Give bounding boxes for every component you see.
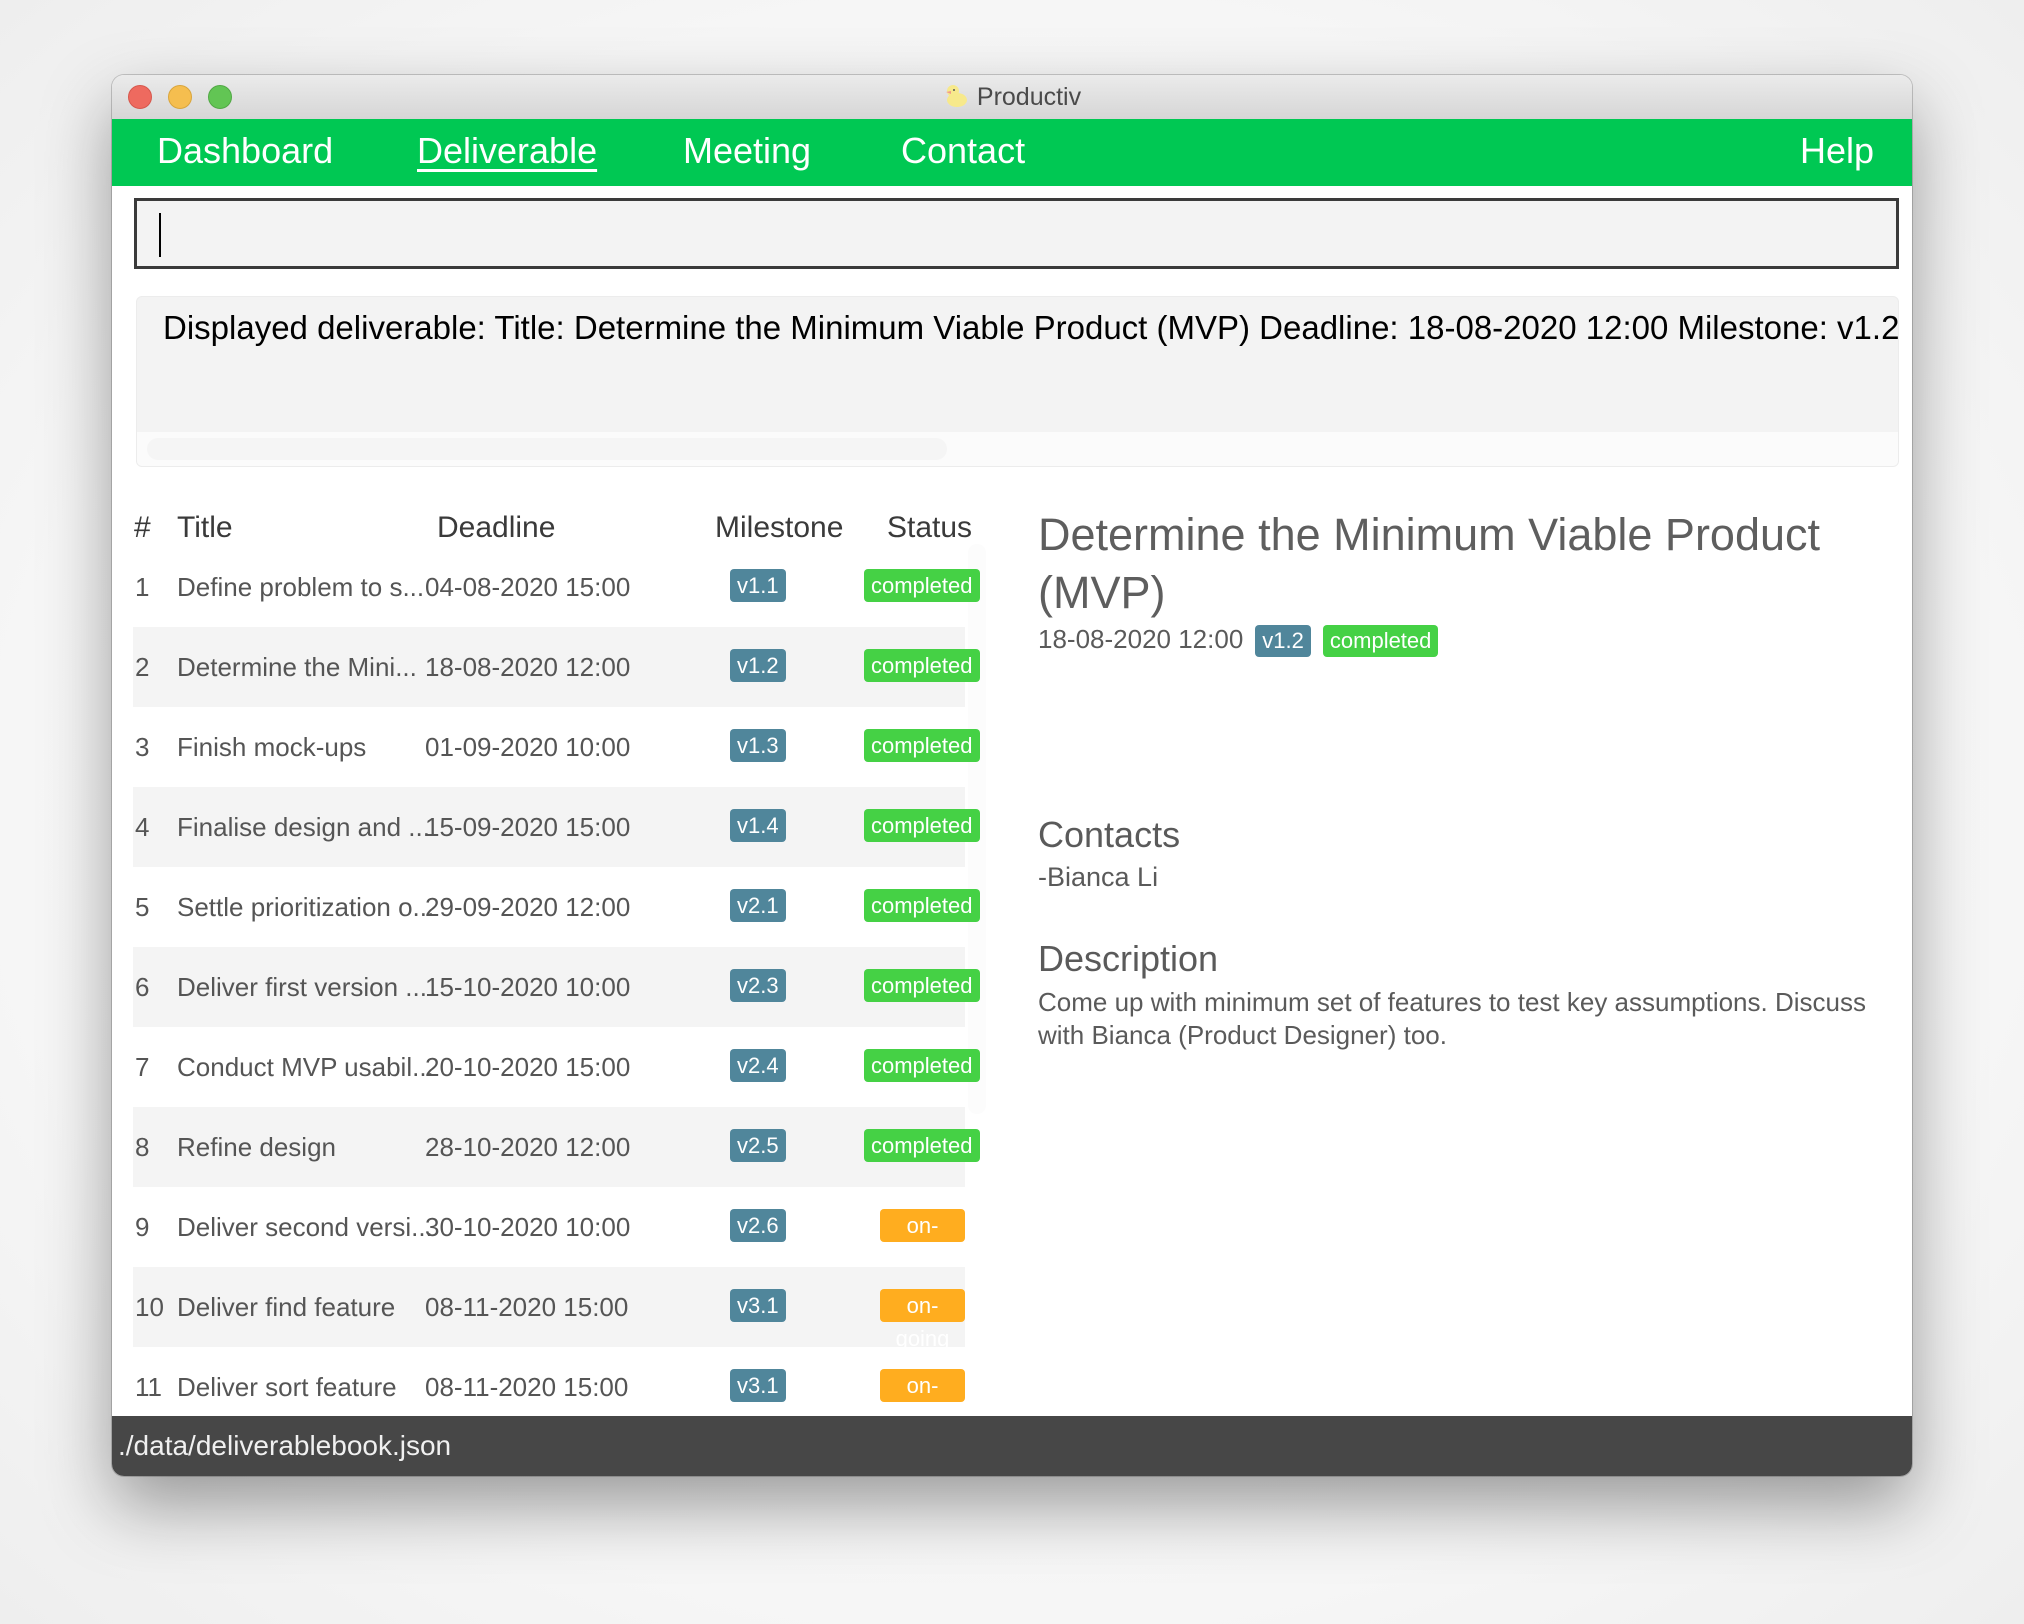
list-item[interactable]: 5 Settle prioritization o... 29-09-2020 12…: [133, 867, 980, 947]
status-badge: completed: [864, 809, 980, 842]
row-deadline: 20-10-2020 15:00: [425, 1052, 631, 1082]
row-title: Finish mock-ups: [177, 732, 367, 762]
row-deadline: 08-11-2020 15:00: [425, 1292, 629, 1322]
command-box[interactable]: [134, 198, 1899, 269]
row-title: Deliver first version ...: [177, 972, 427, 1002]
milestone-badge: v2.6: [730, 1209, 786, 1242]
nav-bar: Dashboard Deliverable Meeting Contact He…: [112, 119, 1912, 186]
nav-dashboard[interactable]: Dashboard: [157, 119, 333, 186]
milestone-badge: v1.3: [730, 729, 786, 762]
row-title: Determine the Mini...: [177, 652, 417, 682]
row-deadline: 29-09-2020 12:00: [425, 892, 631, 922]
rubber-duck-icon: [943, 82, 969, 108]
status-badge: on-going: [880, 1369, 965, 1431]
nav-contact[interactable]: Contact: [901, 119, 1025, 186]
list-item[interactable]: 7 Conduct MVP usabil... 20-10-2020 15:00 v2…: [133, 1027, 980, 1107]
deliverable-list[interactable]: 1 Define problem to s... 04-08-2020 15:00 v…: [133, 544, 986, 1476]
row-deadline: 08-11-2020 15:00: [425, 1372, 629, 1402]
status-badge: completed: [864, 649, 980, 682]
detail-title: Determine the Minimum Viable Product (MV…: [1038, 509, 1821, 618]
milestone-badge: v2.5: [730, 1129, 786, 1162]
milestone-badge: v2.3: [730, 969, 786, 1002]
nav-help[interactable]: Help: [1800, 119, 1874, 186]
milestone-badge: v3.1: [730, 1289, 786, 1322]
list-item[interactable]: 10 Deliver find feature 08-11-2020 15:00 v3…: [133, 1267, 965, 1351]
row-title: Define problem to s...: [177, 572, 425, 602]
row-deadline: 15-10-2020 10:00: [425, 972, 631, 1002]
status-badge: on-going: [880, 1289, 965, 1351]
app-window: Productiv Dashboard Deliverable Meeting …: [112, 75, 1912, 1476]
status-badge: completed: [864, 729, 980, 762]
row-index: 3: [135, 732, 150, 762]
row-title: Finalise design and ...: [177, 812, 430, 842]
status-bar: ./data/deliverablebook.json: [112, 1416, 1912, 1476]
row-title: Deliver sort feature: [177, 1372, 397, 1402]
list-item[interactable]: 1 Define problem to s... 04-08-2020 15:00 v…: [133, 547, 980, 627]
milestone-badge: v3.1: [730, 1369, 786, 1402]
row-index: 8: [135, 1132, 150, 1162]
row-index: 11: [135, 1372, 162, 1402]
list-item[interactable]: 9 Deliver second versi... 30-10-2020 10:00…: [133, 1187, 965, 1271]
contact-item: -Bianca Li: [1038, 862, 1159, 892]
result-horizontal-scrollbar[interactable]: [137, 432, 1898, 466]
row-index: 7: [135, 1052, 150, 1082]
row-title: Deliver second versi...: [177, 1212, 433, 1242]
row-deadline: 15-09-2020 15:00: [425, 812, 631, 842]
row-index: 6: [135, 972, 150, 1002]
milestone-badge: v1.2: [730, 649, 786, 682]
status-badge: on-going: [880, 1209, 965, 1271]
list-item[interactable]: 4 Finalise design and ... 15-09-2020 15:00…: [133, 787, 980, 867]
milestone-badge: v1.1: [730, 569, 786, 602]
list-item[interactable]: 2 Determine the Mini... 18-08-2020 12:00 v1…: [133, 627, 980, 707]
text-cursor: [159, 213, 161, 257]
nav-deliverable[interactable]: Deliverable: [417, 119, 597, 186]
row-title: Deliver find feature: [177, 1292, 396, 1322]
list-item[interactable]: 3 Finish mock-ups 01-09-2020 10:00 v1.3 comp…: [133, 707, 980, 787]
row-deadline: 18-08-2020 12:00: [425, 652, 631, 682]
milestone-badge: v1.4: [730, 809, 786, 842]
detail-status-badge: completed: [1322, 625, 1439, 658]
list-item[interactable]: 6 Deliver first version ... 15-10-2020 10:…: [133, 947, 980, 1027]
row-title: Conduct MVP usabil...: [177, 1052, 434, 1082]
detail-milestone-badge: v1.2: [1255, 625, 1311, 658]
row-index: 1: [135, 572, 150, 602]
nav-meeting[interactable]: Meeting: [683, 119, 811, 186]
title-bar: Productiv: [112, 75, 1912, 120]
file-path: ./data/deliverablebook.json: [118, 1430, 452, 1461]
row-deadline: 28-10-2020 12:00: [425, 1132, 631, 1162]
milestone-badge: v2.1: [730, 889, 786, 922]
status-badge: completed: [864, 969, 980, 1002]
row-deadline: 04-08-2020 15:00: [425, 572, 631, 602]
row-deadline: 30-10-2020 10:00: [425, 1212, 631, 1242]
result-scroll-thumb[interactable]: [147, 438, 947, 460]
contacts-heading: Contacts: [1038, 814, 1181, 855]
status-badge: completed: [864, 569, 980, 602]
result-message: Displayed deliverable: Title: Determine …: [163, 309, 1899, 346]
milestone-badge: v2.4: [730, 1049, 786, 1082]
result-display: Displayed deliverable: Title: Determine …: [136, 296, 1899, 467]
status-badge: completed: [864, 1129, 980, 1162]
status-badge: completed: [864, 889, 980, 922]
detail-meta: 18-08-2020 12:00 v1.2 completed: [1038, 621, 1439, 658]
row-index: 9: [135, 1212, 150, 1242]
row-title: Settle prioritization o...: [177, 892, 435, 922]
row-index: 5: [135, 892, 150, 922]
window-title: Productiv: [976, 83, 1082, 111]
status-badge: completed: [864, 1049, 980, 1082]
row-deadline: 01-09-2020 10:00: [425, 732, 631, 762]
command-input[interactable]: [137, 201, 1896, 266]
row-index: 2: [135, 652, 150, 682]
window-title-wrap: Productiv: [112, 75, 1912, 119]
list-item[interactable]: 11 Deliver sort feature 08-11-2020 15:00 v3…: [133, 1347, 965, 1431]
description-text: Come up with minimum set of features to …: [1038, 987, 1866, 1050]
list-item[interactable]: 8 Refine design 28-10-2020 12:00 v2.5 comple…: [133, 1107, 980, 1187]
description-heading: Description: [1038, 938, 1219, 979]
row-index: 4: [135, 812, 150, 842]
row-index: 10: [135, 1292, 164, 1322]
detail-deadline: 18-08-2020 12:00: [1038, 624, 1244, 654]
row-title: Refine design: [177, 1132, 336, 1162]
